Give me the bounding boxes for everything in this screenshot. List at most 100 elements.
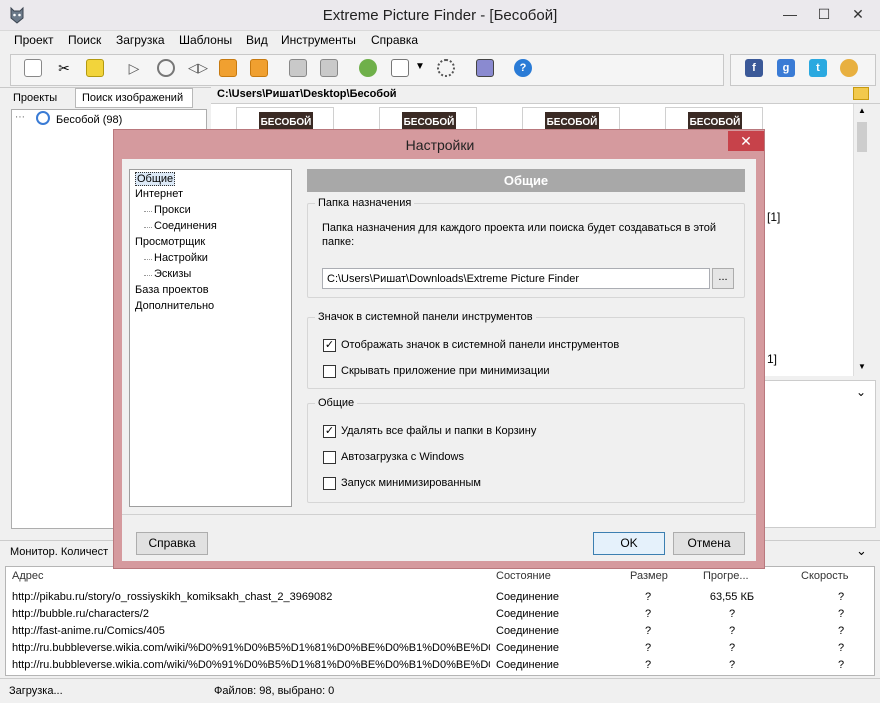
download-cell[interactable]: http://ru.bubbleverse.wikia.com/wiki/%D0…: [12, 659, 490, 671]
start-icon[interactable]: ▷: [125, 59, 143, 77]
twitter-icon[interactable]: t: [809, 59, 827, 77]
calendar-icon[interactable]: [391, 59, 409, 77]
download-cell: Соединение: [496, 642, 560, 654]
browse-button[interactable]: ...: [712, 268, 734, 289]
autostart-checkbox[interactable]: [323, 451, 336, 464]
download-cell: ?: [644, 591, 652, 603]
download-cell: Соединение: [496, 659, 560, 671]
download-cell: ?: [644, 642, 652, 654]
menu-project[interactable]: Проект: [14, 33, 54, 47]
dest-folder-input[interactable]: [322, 268, 710, 289]
scroll-thumb[interactable]: [857, 122, 867, 152]
download-cell[interactable]: http://ru.bubbleverse.wikia.com/wiki/%D0…: [12, 642, 490, 654]
help-icon[interactable]: ?: [514, 59, 532, 77]
settings-tree-item[interactable]: Эскизы: [154, 268, 191, 280]
folder-icon[interactable]: [853, 87, 869, 100]
users-icon[interactable]: [840, 59, 858, 77]
path-bar: C:\Users\Ришат\Desktop\Бесобой: [211, 86, 880, 104]
thumbnail-scrollbar[interactable]: ▲ ▼: [853, 104, 870, 376]
column-header-address[interactable]: Адрес: [12, 570, 44, 582]
google-plus-icon[interactable]: g: [777, 59, 795, 77]
tab-projects[interactable]: Проекты: [6, 88, 68, 108]
settings-tree-item[interactable]: Соединения: [154, 220, 217, 232]
settings-tree-item[interactable]: Дополнительно: [135, 300, 214, 312]
scroll-up-icon[interactable]: ▲: [858, 106, 866, 115]
settings-tree-item[interactable]: Прокси: [154, 204, 191, 216]
refresh-icon[interactable]: [157, 59, 175, 77]
window-title-project: - [Бесобой]: [476, 7, 558, 24]
hide-on-minimize-checkbox[interactable]: [323, 365, 336, 378]
recycle-bin-checkbox[interactable]: ✓: [323, 425, 336, 438]
chevron-down-icon[interactable]: ▼: [415, 61, 425, 72]
download-cell: ?: [644, 659, 652, 671]
settings-tree-item[interactable]: Просмотрщик: [135, 236, 205, 248]
column-header-size[interactable]: Размер: [630, 570, 668, 582]
status-files: Файлов: 98, выбрано: 0: [214, 685, 335, 697]
menu-download[interactable]: Загрузка: [116, 33, 165, 47]
recycle-bin-label[interactable]: Удалять все файлы и папки в Корзину: [341, 425, 536, 437]
thumbnail-count-fragment: [1]: [767, 210, 781, 224]
hide-on-minimize-label[interactable]: Скрывать приложение при минимизации: [341, 365, 549, 377]
scroll-down-icon[interactable]: ▼: [858, 362, 866, 371]
settings-tree-item[interactable]: База проектов: [135, 284, 209, 296]
download-cell: ?: [837, 659, 845, 671]
facebook-icon[interactable]: f: [745, 59, 763, 77]
download-cell: Соединение: [496, 591, 560, 603]
autostart-label[interactable]: Автозагрузка с Windows: [341, 451, 464, 463]
chevron-down-icon[interactable]: ⌄: [856, 543, 867, 559]
download-cell: ?: [728, 659, 736, 671]
download-cell[interactable]: http://bubble.ru/characters/2: [12, 608, 490, 620]
dialog-close-button[interactable]: ✕: [728, 131, 764, 151]
search-icon: [36, 111, 50, 125]
minimize-button[interactable]: —: [778, 4, 802, 24]
tools-icon[interactable]: ✂: [55, 59, 73, 77]
toolbar: ✂ ▷ ◁▷ ▼ ? f g t: [0, 51, 880, 88]
column-header-state[interactable]: Состояние: [496, 570, 551, 582]
title-bar: Extreme Picture Finder - [Бесобой] — ☐ ✕: [0, 0, 880, 31]
download-cell[interactable]: http://fast-anime.ru/Comics/405: [12, 625, 490, 637]
menu-tools[interactable]: Инструменты: [281, 33, 356, 47]
download-all-icon[interactable]: [320, 59, 338, 77]
download-icon[interactable]: [289, 59, 307, 77]
show-tray-icon-label[interactable]: Отображать значок в системной панели инс…: [341, 339, 619, 351]
settings-tree-item[interactable]: Общие: [135, 172, 176, 186]
menu-templates[interactable]: Шаблоны: [179, 33, 232, 47]
maximize-button[interactable]: ☐: [812, 4, 836, 24]
pause-icon[interactable]: [219, 59, 237, 77]
tree-connector: [144, 211, 152, 212]
tray-group: [307, 317, 745, 389]
chevron-down-icon[interactable]: ⌄: [856, 385, 866, 399]
start-minimized-label[interactable]: Запуск минимизированным: [341, 477, 481, 489]
show-tray-icon-checkbox[interactable]: ✓: [323, 339, 336, 352]
current-path: C:\Users\Ришат\Desktop\Бесобой: [217, 88, 397, 100]
download-cell[interactable]: http://pikabu.ru/story/o_rossiyskikh_kom…: [12, 591, 490, 603]
start-minimized-checkbox[interactable]: [323, 477, 336, 490]
comment-icon[interactable]: [86, 59, 104, 77]
tree-project-item[interactable]: Бесобой (98): [56, 114, 122, 126]
cancel-button[interactable]: Отмена: [673, 532, 745, 555]
ok-button[interactable]: OK: [593, 532, 665, 555]
step-icon[interactable]: ◁▷: [188, 59, 208, 77]
settings-tree-item[interactable]: Настройки: [154, 252, 208, 264]
tab-image-search[interactable]: Поиск изображений: [75, 88, 193, 108]
edit-project-icon[interactable]: [24, 59, 42, 77]
settings-tree-item[interactable]: Интернет: [135, 188, 183, 200]
download-cell: ?: [644, 625, 652, 637]
download-cell: ?: [837, 642, 845, 654]
settings-icon[interactable]: [437, 59, 455, 77]
column-header-speed[interactable]: Скорость: [801, 570, 849, 582]
download-cell: ?: [837, 608, 845, 620]
close-button[interactable]: ✕: [846, 4, 870, 24]
menu-help[interactable]: Справка: [371, 33, 418, 47]
download-cell: 63,55 КБ: [709, 591, 755, 603]
downloads-table: Адрес Состояние Размер Прогре... Скорост…: [5, 566, 875, 676]
globe-icon[interactable]: [359, 59, 377, 77]
column-header-progress[interactable]: Прогре...: [703, 570, 749, 582]
stop-icon[interactable]: [250, 59, 268, 77]
settings-dialog: Настройки ✕ Общие Интернет Прокси Соединени…: [113, 129, 765, 569]
help-button[interactable]: Справка: [136, 532, 208, 555]
menu-view[interactable]: Вид: [246, 33, 268, 47]
menu-search[interactable]: Поиск: [68, 33, 101, 47]
tree-expander-icon[interactable]: ⋯: [15, 112, 25, 123]
grid-icon[interactable]: [476, 59, 494, 77]
